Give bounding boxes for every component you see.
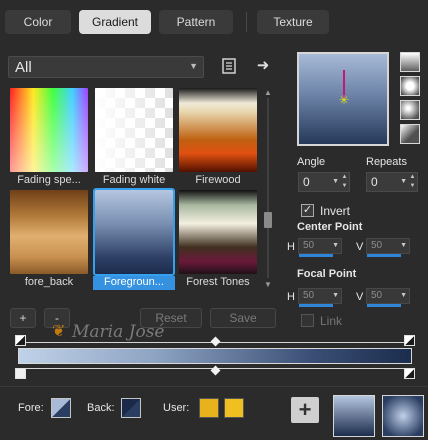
stepper-icon[interactable]: ▲ ▼ <box>340 173 349 191</box>
tab-pattern[interactable]: Pattern <box>159 10 233 34</box>
center-h-value: 50 <box>303 240 315 251</box>
scroll-thumb[interactable] <box>264 212 272 228</box>
repeats-label: Repeats <box>366 156 407 168</box>
fore-label: Fore: <box>18 402 44 414</box>
repeats-value: 0 <box>371 175 378 189</box>
chevron-down-icon[interactable]: ▼ <box>400 292 407 299</box>
category-value: All <box>15 59 32 76</box>
opacity-stop-left[interactable] <box>15 335 26 346</box>
gradient-name: Fading spe... <box>17 174 81 186</box>
center-h-field[interactable]: 50 ▼ <box>298 238 342 257</box>
gradient-thumb-foreground-background[interactable] <box>93 188 175 276</box>
focal-v-slider[interactable] <box>367 304 401 307</box>
gradient-name-selected: Foregroun... <box>93 276 175 290</box>
gradient-thumb-fore-back[interactable] <box>10 190 88 274</box>
bottom-bar: Fore: Back: User: + <box>0 386 428 440</box>
style-sunburst-button[interactable] <box>400 100 420 120</box>
chevron-down-icon[interactable]: ▼ <box>400 178 407 185</box>
library-menu-icon[interactable] <box>220 58 238 76</box>
watermark-text: Maria José <box>72 322 165 342</box>
tab-separator <box>246 12 247 32</box>
link-checkbox[interactable] <box>301 314 314 327</box>
focal-h-slider[interactable] <box>299 304 333 307</box>
link-label: Link <box>320 314 343 328</box>
angle-label: Angle <box>297 156 326 168</box>
focal-v-label: V <box>356 291 364 303</box>
gradient-bar[interactable] <box>18 348 412 364</box>
library-scrollbar[interactable]: ▲ ▼ <box>263 88 273 289</box>
gradient-thumb-fading-spectrum[interactable] <box>10 88 88 172</box>
gradient-name: fore_back <box>24 276 74 288</box>
opacity-stop-right[interactable] <box>404 335 415 346</box>
invert-label: Invert <box>320 204 351 218</box>
gradient-name: Firewood <box>195 174 241 186</box>
tab-bar: Color Gradient Pattern Texture <box>0 0 428 40</box>
tab-color[interactable]: Color <box>5 10 71 34</box>
fore-swatch[interactable] <box>51 398 71 418</box>
center-v-field[interactable]: 50 ▼ <box>366 238 410 257</box>
user-swatch-2[interactable] <box>224 398 244 418</box>
user-label: User: <box>163 402 190 414</box>
tab-texture[interactable]: Texture <box>257 10 329 34</box>
center-point-marker[interactable]: ✳ <box>339 94 349 106</box>
center-v-label: V <box>356 241 364 253</box>
back-swatch[interactable] <box>121 398 141 418</box>
center-v-value: 50 <box>371 240 383 251</box>
focal-v-value: 50 <box>371 290 383 301</box>
center-h-label: H <box>287 241 295 253</box>
chevron-down-icon[interactable]: ▼ <box>400 242 407 249</box>
gradient-name: Forest Tones <box>186 276 250 288</box>
user-swatch-1[interactable] <box>199 398 219 418</box>
back-label: Back: <box>87 402 115 414</box>
add-swatch-button[interactable]: + <box>291 397 319 423</box>
butterfly-logo-icon: ❦ <box>52 323 66 340</box>
angle-value: 0 <box>303 175 310 189</box>
color-stop-right[interactable] <box>404 368 415 379</box>
focal-h-value: 50 <box>303 290 315 301</box>
category-dropdown[interactable]: All ▼ <box>8 56 204 78</box>
scroll-up-icon[interactable]: ▲ <box>263 88 273 97</box>
gradient-name: Fading white <box>102 174 166 186</box>
repeats-field[interactable]: 0 ▼ ▲ ▼ <box>366 172 418 192</box>
style-rectangular-button[interactable] <box>400 76 420 96</box>
arrow-right-icon[interactable]: ➜ <box>254 57 272 75</box>
focal-h-label: H <box>287 291 295 303</box>
previous-gradient-swatch[interactable] <box>382 395 424 437</box>
style-linear-button[interactable] <box>400 52 420 72</box>
chevron-down-icon[interactable]: ▼ <box>332 292 339 299</box>
angle-field[interactable]: 0 ▼ ▲ ▼ <box>298 172 350 192</box>
gradient-thumb-firewood[interactable] <box>179 88 257 172</box>
color-stop-left[interactable] <box>15 368 26 379</box>
add-gradient-button[interactable]: + <box>10 308 36 328</box>
scroll-down-icon[interactable]: ▼ <box>263 280 273 289</box>
chevron-down-icon[interactable]: ▼ <box>332 242 339 249</box>
gradient-thumb-forest-tones[interactable] <box>179 190 257 274</box>
style-radial-button[interactable] <box>400 124 420 144</box>
chevron-down-icon[interactable]: ▼ <box>332 178 339 185</box>
focal-point-label: Focal Point <box>297 268 357 280</box>
center-point-label: Center Point <box>297 221 363 233</box>
gradient-preview[interactable]: ✳ <box>297 52 389 146</box>
center-v-slider[interactable] <box>367 254 401 257</box>
save-button[interactable]: Save <box>210 308 276 328</box>
focal-h-field[interactable]: 50 ▼ <box>298 288 342 307</box>
invert-checkbox[interactable]: ✓ <box>301 204 314 217</box>
stepper-icon[interactable]: ▲ ▼ <box>408 173 417 191</box>
focal-v-field[interactable]: 50 ▼ <box>366 288 410 307</box>
center-h-slider[interactable] <box>299 254 333 257</box>
current-gradient-swatch[interactable] <box>333 395 375 437</box>
gradient-thumb-fading-white[interactable] <box>95 88 173 172</box>
chevron-down-icon: ▼ <box>189 61 198 71</box>
tab-gradient[interactable]: Gradient <box>79 10 151 34</box>
